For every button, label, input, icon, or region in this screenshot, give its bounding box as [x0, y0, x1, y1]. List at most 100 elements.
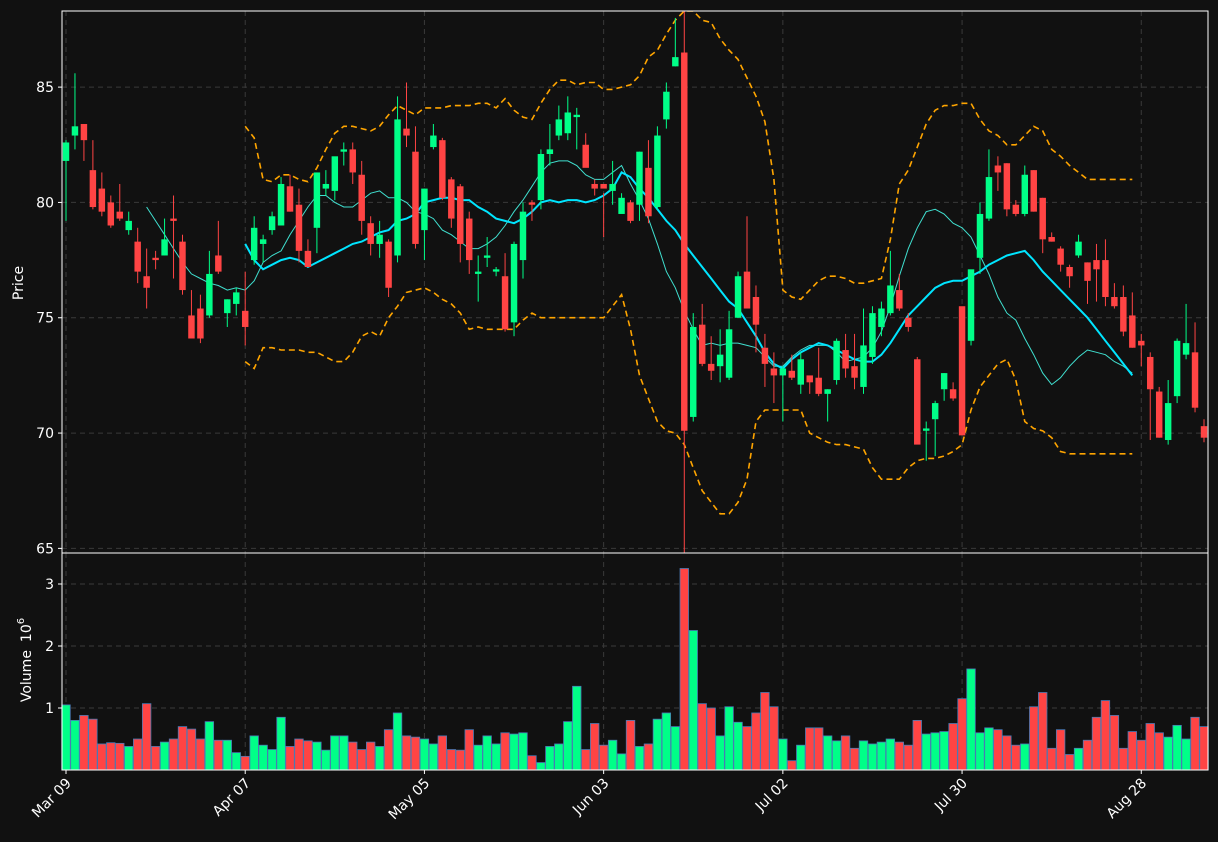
candle-body	[896, 290, 903, 309]
volume-bar	[679, 568, 689, 771]
candle-body	[1084, 262, 1091, 281]
candle-body	[277, 183, 285, 226]
candle-body	[483, 255, 491, 258]
volume-bar	[1109, 715, 1120, 771]
volume-bar	[1136, 739, 1146, 771]
candle-body	[1039, 197, 1046, 240]
volume-bar	[607, 739, 618, 771]
candle-body	[1093, 260, 1100, 270]
volume-bar	[1038, 692, 1048, 771]
candle-body	[985, 177, 993, 219]
candle-body	[1048, 237, 1055, 242]
candle-body	[376, 234, 383, 244]
candle-body	[331, 156, 339, 191]
volume-bar	[957, 698, 967, 771]
candle-body	[98, 188, 106, 212]
candle-body	[1191, 352, 1199, 408]
stock-chart: 6570758085 123 Mar 09 Apr 07 May 05 Jun 03 J…	[0, 0, 1218, 842]
volume-bar	[903, 744, 913, 771]
candle-body	[448, 179, 455, 219]
candle	[1030, 170, 1037, 212]
volume-bar	[115, 742, 125, 771]
candle-body	[698, 324, 706, 364]
volume-bar	[1172, 724, 1182, 771]
volume-bar	[894, 741, 904, 771]
candle-body	[340, 149, 348, 152]
volume-bar	[150, 746, 161, 771]
volume-bar	[572, 685, 582, 771]
volume-bar	[374, 746, 385, 771]
candle-body	[474, 271, 482, 274]
candle	[1155, 386, 1163, 438]
candle	[1003, 163, 1011, 217]
volume-bar	[294, 738, 304, 771]
volume-bar	[1082, 739, 1093, 771]
volume-bar	[222, 739, 232, 771]
volume-bar	[455, 749, 465, 771]
volume-bar	[204, 721, 215, 771]
volume-bar	[249, 735, 259, 771]
candle	[439, 137, 446, 201]
volume-bar	[661, 712, 672, 771]
candle	[627, 200, 634, 224]
candle-body	[663, 91, 670, 120]
volume-bar	[491, 743, 501, 771]
volume-bar	[141, 703, 152, 771]
candle-body	[268, 216, 276, 231]
volume-axis-label: Volume 106	[16, 618, 35, 702]
volume-bar	[634, 746, 645, 771]
candle-body	[349, 149, 356, 173]
volume-bar	[787, 760, 797, 771]
candle-body	[743, 271, 751, 309]
candle-body	[188, 315, 195, 339]
candle	[958, 306, 966, 436]
candle-body	[71, 126, 79, 136]
volume-bar	[948, 723, 958, 771]
price-tick-label: 70	[36, 426, 54, 442]
volume-bar	[1163, 736, 1173, 771]
candle	[914, 356, 921, 445]
volume-bar	[339, 735, 349, 771]
volume-tick-label: 2	[45, 639, 54, 655]
candle-body	[89, 170, 97, 208]
candle-body	[600, 183, 607, 189]
candle	[277, 177, 285, 226]
candle-body	[824, 389, 831, 394]
volume-bar	[1181, 738, 1191, 771]
candle-body	[125, 220, 132, 231]
volume-bar	[419, 738, 430, 771]
candle-body	[1075, 241, 1082, 256]
volume-bar	[1064, 754, 1075, 771]
volume-bar	[760, 692, 770, 771]
candle-body	[627, 202, 634, 221]
candle	[510, 241, 518, 337]
volume-bar	[805, 727, 815, 771]
volume-bar	[133, 738, 143, 771]
volume-bar	[500, 732, 510, 771]
candle	[869, 306, 876, 364]
volume-bar	[437, 735, 448, 771]
volume-bar	[1047, 747, 1057, 771]
volume-bar	[1118, 747, 1129, 771]
candle-body	[304, 250, 312, 268]
candle-body	[546, 149, 554, 154]
volume-bar	[124, 746, 134, 771]
volume-bar	[796, 744, 806, 771]
volume-bar	[930, 732, 940, 771]
candle	[833, 338, 840, 385]
volume-bar	[285, 746, 295, 771]
price-tick-label: 80	[36, 195, 54, 211]
volume-bar	[88, 718, 98, 771]
volume-bar	[581, 749, 591, 771]
candle-body	[224, 299, 231, 314]
candle	[690, 313, 697, 422]
candle-body	[80, 124, 88, 141]
volume-bar	[867, 743, 878, 771]
volume-bar	[670, 726, 680, 771]
volume-bar	[984, 727, 994, 771]
candle-body	[1021, 174, 1029, 214]
volume-bar	[876, 741, 887, 771]
candle-body	[931, 403, 939, 420]
candle-body	[1012, 204, 1020, 214]
price-axis-label: Price	[11, 266, 27, 300]
